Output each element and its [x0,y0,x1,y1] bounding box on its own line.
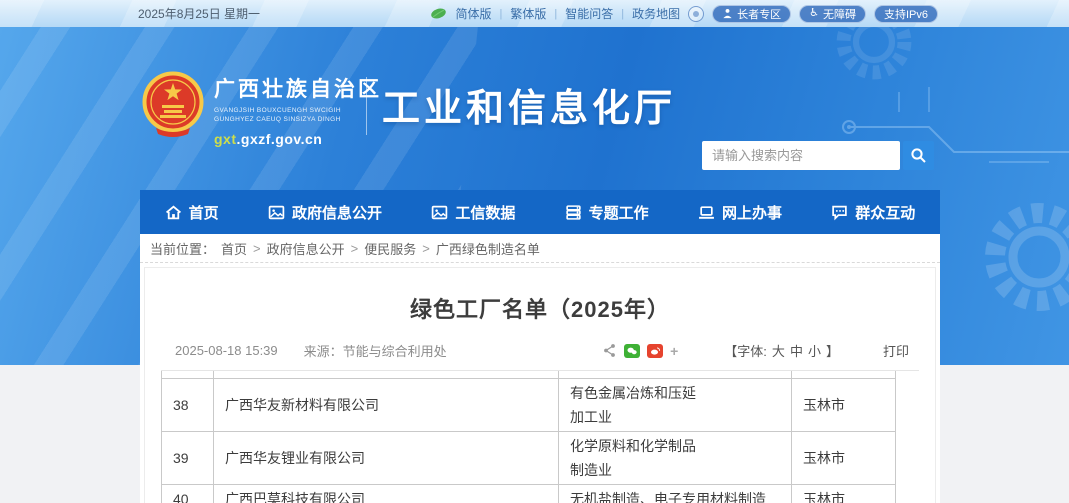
breadcrumb-home[interactable]: 首页 [221,239,247,258]
table-row: 39 广西华友锂业有限公司 化学原料和化学制品 制造业 玉林市 [162,431,896,484]
nav-label: 首页 [189,202,219,223]
server-stack-icon [565,204,582,221]
cell-number: 40 [162,484,214,503]
top-utility-bar: 2025年8月25日 星期一 简体版 | 繁体版 | 智能问答 | 政务地图 长… [0,0,1069,27]
ipv6-badge[interactable]: 支持IPv6 [874,5,938,23]
cell-company: 广西华友新材料有限公司 [214,378,559,431]
nav-item-public-interaction[interactable]: 群众互动 [831,202,915,223]
link-separator: | [554,8,557,20]
breadcrumb: 当前位置： 首页 > 政府信息公开 > 便民服务 > 广西绿色制造名单 [140,234,940,263]
ipv6-label: 支持IPv6 [884,6,928,22]
round-badge-icon[interactable] [688,6,704,22]
share-icon[interactable] [602,343,617,358]
link-separator: | [499,8,502,20]
green-leaf-icon [430,7,447,20]
site-title: 工业和信息化厅 [382,77,676,132]
article-card: 绿色工厂名单（2025年） 2025-08-18 15:39 来源：节能与综合利… [144,267,936,503]
cell-number: 38 [162,378,214,431]
nav-item-gov-info[interactable]: 政府信息公开 [268,202,382,223]
link-separator: | [621,8,624,20]
cell-industry: 有色金属冶炼和压延 加工业 [559,378,792,431]
nav-item-online-services[interactable]: 网上办事 [698,202,782,223]
site-url: gxt.gxzf.gov.cn [214,131,382,147]
national-emblem-logo [142,71,204,139]
content-panel: 当前位置： 首页 > 政府信息公开 > 便民服务 > 广西绿色制造名单 绿色工厂… [140,234,940,503]
breadcrumb-separator: > [351,241,359,256]
region-name: 广西壮族自治区 [214,73,382,103]
table-row: 38 广西华友新材料有限公司 有色金属冶炼和压延 加工业 玉林市 [162,378,896,431]
search-bar [702,141,934,170]
zhuang-romanization: GVANGJSIH BOUXCUENGH SWCIGIH GUNGHYEZ CA… [214,107,382,124]
font-label-prefix: 【字体: [724,341,767,360]
cell-company: 广西华友锂业有限公司 [214,431,559,484]
breadcrumb-separator: > [422,241,430,256]
nav-label: 群众互动 [855,202,915,223]
elderly-zone-button[interactable]: 长者专区 [712,5,791,23]
accessibility-label: 无障碍 [823,6,856,22]
article-title: 绿色工厂名单（2025年） [161,292,919,324]
link-simplified-chinese[interactable]: 简体版 [455,5,491,22]
publish-date: 2025-08-18 15:39 [175,343,278,358]
nav-label: 网上办事 [722,202,782,223]
main-navigation: 首页 政府信息公开 工信数据 专题工作 网上办事 [140,190,940,234]
cell-industry: 无机盐制造、电子专用材料制造 [559,484,792,503]
cell-industry: 化学原料和化学制品 制造业 [559,431,792,484]
table-row: 40 广西巴莫科技有限公司 无机盐制造、电子专用材料制造 玉林市 [162,484,896,503]
cell-number: 39 [162,431,214,484]
cell-city: 玉林市 [792,484,896,503]
gear-icon [974,192,1069,322]
cell-city: 玉林市 [792,431,896,484]
site-brand: 广西壮族自治区 GVANGJSIH BOUXCUENGH SWCIGIH GUN… [214,73,382,147]
link-traditional-chinese[interactable]: 繁体版 [510,5,546,22]
font-label-suffix: 】 [826,341,839,360]
accessibility-button[interactable]: ♿ 无障碍 [799,5,866,23]
header-divider [366,77,367,135]
breadcrumb-separator: > [253,241,261,256]
article-source: 来源：节能与综合利用处 [304,341,447,360]
current-date: 2025年8月25日 星期一 [138,5,260,22]
nav-item-special-topics[interactable]: 专题工作 [565,202,649,223]
nav-label: 工信数据 [455,202,515,223]
green-factory-table: 38 广西华友新材料有限公司 有色金属冶炼和压延 加工业 玉林市 39 广西华友… [161,371,896,503]
print-button[interactable]: 打印 [883,341,909,360]
person-icon [722,8,733,19]
nav-label: 政府信息公开 [292,202,382,223]
wheelchair-icon: ♿ [809,8,819,19]
breadcrumb-prefix: 当前位置： [150,239,215,258]
laptop-icon [698,204,715,221]
breadcrumb-current-page: 广西绿色制造名单 [436,239,540,258]
speech-bubble-icon [831,204,848,221]
picture-icon [268,204,285,221]
weibo-share-icon[interactable] [647,344,663,358]
font-size-small-button[interactable]: 小 [808,341,821,360]
share-toolbar: + [602,343,678,358]
search-button[interactable] [903,141,934,170]
home-icon [165,204,182,221]
article-meta-bar: 2025-08-18 15:39 来源：节能与综合利用处 [161,341,919,371]
font-size-control: 【字体: 大 中 小 】 [724,341,839,360]
page: 2025年8月25日 星期一 简体版 | 繁体版 | 智能问答 | 政务地图 长… [0,0,1069,503]
nav-label: 专题工作 [589,202,649,223]
link-gov-map[interactable]: 政务地图 [632,5,680,22]
cell-city: 玉林市 [792,378,896,431]
elderly-zone-label: 长者专区 [737,6,781,22]
nav-item-home[interactable]: 首页 [165,202,219,223]
cell-company: 广西巴莫科技有限公司 [214,484,559,503]
data-picture-icon [431,204,448,221]
nav-item-industry-data[interactable]: 工信数据 [431,202,515,223]
search-input[interactable] [702,141,900,170]
table-row-partial-top [162,371,896,378]
breadcrumb-public-services[interactable]: 便民服务 [364,239,416,258]
more-share-icon[interactable]: + [670,344,678,358]
breadcrumb-gov-info[interactable]: 政府信息公开 [267,239,345,258]
search-icon [910,147,927,164]
link-smart-qa[interactable]: 智能问答 [565,5,613,22]
font-size-large-button[interactable]: 大 [772,341,785,360]
font-size-medium-button[interactable]: 中 [790,341,803,360]
wechat-share-icon[interactable] [624,344,640,358]
